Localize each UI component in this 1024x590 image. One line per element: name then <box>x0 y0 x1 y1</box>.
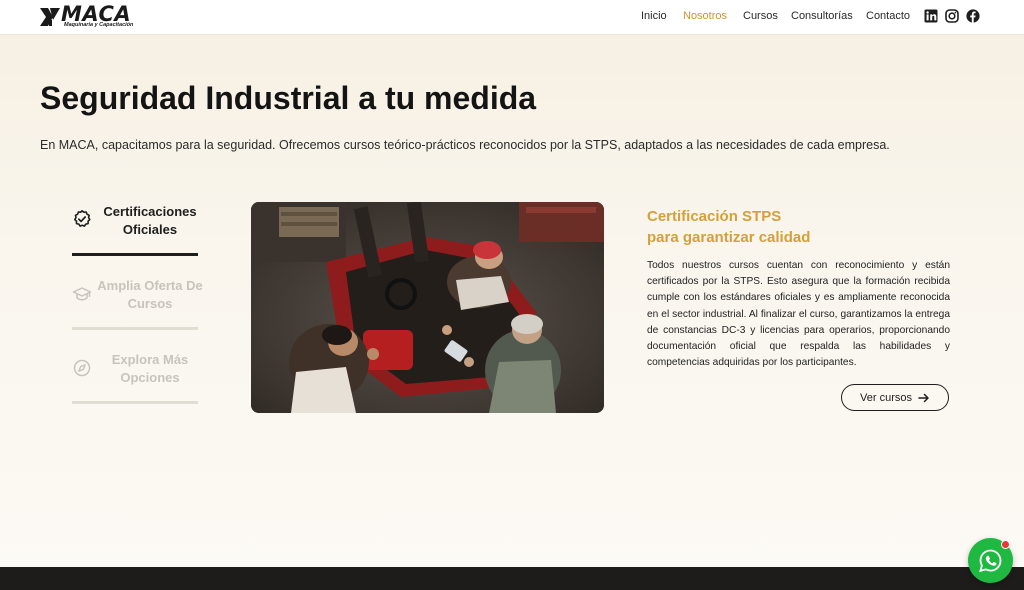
logo-mark-icon <box>40 8 60 26</box>
facebook-icon[interactable] <box>966 9 980 23</box>
training-scene-illustration <box>251 202 604 413</box>
hero-description: En MACA, capacitamos para la seguridad. … <box>40 138 890 152</box>
graduation-cap-icon <box>72 287 92 301</box>
certification-description: Todos nuestros cursos cuentan con recono… <box>647 260 950 369</box>
nav-inicio[interactable]: Inicio <box>641 10 667 22</box>
nav-contacto[interactable]: Contacto <box>866 10 910 22</box>
logo-subtitle: Maquinaria y Capacitación <box>64 22 134 28</box>
notification-dot <box>1001 540 1010 549</box>
arrow-right-icon <box>918 393 929 402</box>
instagram-icon[interactable] <box>945 9 959 23</box>
certification-title: Certificación STPS para garantizar calid… <box>647 206 947 248</box>
certification-title-line2: para garantizar calidad <box>647 229 811 246</box>
maca-logo[interactable]: MACA Maquinaria y Capacitación <box>40 3 142 30</box>
tab-oferta-cursos[interactable]: Amplia Oferta De Cursos <box>72 264 203 330</box>
tab-label-certificaciones: Certificaciones Oficiales <box>103 204 197 237</box>
nav-nosotros[interactable]: Nosotros <box>683 10 727 22</box>
site-header: MACA Maquinaria y Capacitación Inicio No… <box>0 0 1024 35</box>
page-title: Seguridad Industrial a tu medida <box>40 80 537 116</box>
tab-label-explora-opciones: Explora Más Opciones <box>111 352 189 385</box>
ver-cursos-label: Ver cursos <box>860 391 912 404</box>
ver-cursos-button[interactable]: Ver cursos <box>841 384 949 411</box>
nav-consultorias[interactable]: Consultorías <box>791 10 853 22</box>
nav-cursos[interactable]: Cursos <box>743 10 778 22</box>
forklift-training-photo <box>251 202 604 413</box>
tab-certificaciones[interactable]: Certificaciones Oficiales <box>72 190 198 256</box>
compass-icon <box>73 359 91 377</box>
badge-check-icon <box>74 210 91 227</box>
tab-explora-opciones[interactable]: Explora Más Opciones <box>72 338 198 404</box>
linkedin-icon[interactable] <box>924 9 938 23</box>
tab-label-oferta-cursos: Amplia Oferta De Cursos <box>97 278 203 311</box>
footer-strip <box>0 567 1024 590</box>
certification-title-line1: Certificación STPS <box>647 208 782 225</box>
